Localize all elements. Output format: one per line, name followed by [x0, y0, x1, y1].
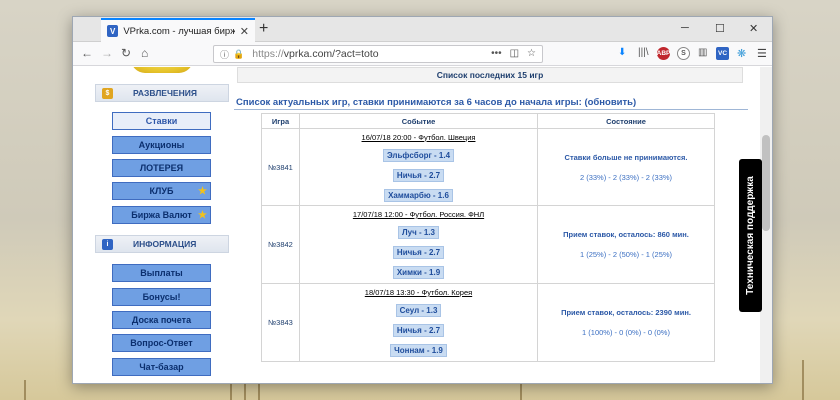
bet-option[interactable]: Эльфсборг - 1.4 [382, 148, 455, 162]
forward-icon[interactable]: → [101, 46, 113, 60]
event-title: 16/07/18 20:00 - Футбол. Швеция [361, 132, 476, 142]
sidebar-item-faq[interactable]: Вопрос-Ответ [112, 334, 211, 352]
page-actions-icon[interactable]: ••• [491, 48, 502, 59]
table-row: №3842 17/07/18 12:00 - Футбол. Россия. Ф… [261, 205, 715, 284]
site-info-icon[interactable]: ⓘ [220, 48, 229, 61]
sidebar-item-payouts[interactable]: Выплаты [112, 264, 211, 282]
coins-icon: $ [102, 87, 113, 99]
sidebar-item-bonuses[interactable]: Бонусы! [112, 288, 211, 306]
browser-tab[interactable]: V VPrka.com - лучшая биржа о ✕ [101, 18, 255, 42]
sidebar-item-chat-bazaar[interactable]: Чат-базар [112, 358, 211, 376]
scrollbar-thumb[interactable] [762, 135, 770, 231]
section-title: ИНФОРМАЦИЯ [133, 239, 197, 249]
pocket-icon[interactable]: ◫ [510, 48, 519, 59]
s-ext-icon[interactable]: S [677, 47, 690, 60]
section-entertainment-header: $ РАЗВЛЕЧЕНИЯ [95, 84, 229, 102]
bet-option[interactable]: Чоннам - 1.9 [390, 344, 447, 357]
info-icon: i [102, 238, 113, 250]
downloads-icon[interactable]: ⬇ [618, 47, 626, 58]
sidebar-item-auctions[interactable]: Аукционы [112, 136, 211, 154]
back-icon[interactable]: ← [81, 46, 93, 60]
status-text: Прием ставок, осталось: 2390 мин. [561, 308, 691, 317]
header-game: Игра [261, 113, 300, 129]
close-window-icon[interactable]: ✕ [749, 22, 758, 35]
table-header-row: Игра Событие Состояние [261, 113, 715, 129]
title-bar: V VPrka.com - лучшая биржа о ✕ + ─ ☐ ✕ [73, 17, 772, 42]
sidebar-item-club[interactable]: КЛУБ ★ [112, 182, 211, 200]
url-bar[interactable]: ⓘ 🔒 https://vprka.com/?act=toto ••• ◫ ☆ [213, 45, 543, 63]
actual-games-title: Список актуальных игр, ставки принимаютс… [236, 97, 637, 108]
sidebar-item-currency-exchange[interactable]: Биржа Валют ★ [112, 206, 211, 224]
menu-icon[interactable]: ☰ [757, 47, 767, 60]
game-number: №3841 [261, 128, 300, 206]
star-icon: ★ [198, 210, 207, 221]
section-information-header: i ИНФОРМАЦИЯ [95, 235, 229, 253]
maximize-icon[interactable]: ☐ [715, 22, 725, 35]
url-text: vprka.com/?act=toto [283, 48, 379, 60]
support-tab[interactable]: Техническая поддержка [739, 159, 762, 312]
status-text: Ставки больше не принимаются. [564, 152, 688, 162]
header-status: Состояние [537, 113, 715, 129]
event-title: 18/07/18 13:30 - Футбол. Корея [364, 288, 473, 297]
url-prefix: https:// [252, 48, 284, 60]
sidebar: $ РАЗВЛЕЧЕНИЯ Ставки Аукционы ЛОТЕРЕЯ КЛ… [95, 67, 229, 383]
event-title: 17/07/18 12:00 - Футбол. Россия. ФНЛ [352, 210, 485, 219]
new-tab-icon[interactable]: + [259, 20, 268, 38]
minimize-icon[interactable]: ─ [681, 22, 689, 34]
bet-option[interactable]: Ничья - 2.7 [392, 324, 445, 337]
game-number: №3842 [261, 205, 300, 284]
library-icon[interactable]: |||\ [638, 47, 649, 58]
table-row: №3843 18/07/18 13:30 - Футбол. Корея Сеу… [261, 283, 715, 362]
close-tab-icon[interactable]: ✕ [240, 25, 249, 38]
table-row: №3841 16/07/18 20:00 - Футбол. Швеция Эл… [261, 128, 715, 206]
lock-icon: 🔒 [233, 48, 245, 59]
sidebar-item-stavki[interactable]: Ставки [112, 112, 211, 130]
page-content: $ РАЗВЛЕЧЕНИЯ Ставки Аукционы ЛОТЕРЕЯ КЛ… [73, 67, 772, 383]
bet-option[interactable]: Ничья - 2.7 [392, 246, 445, 259]
game-number: №3843 [261, 283, 300, 362]
bet-option[interactable]: Сеул - 1.3 [395, 304, 442, 317]
bet-option[interactable]: Химки - 1.9 [392, 266, 445, 279]
tab-title: VPrka.com - лучшая биржа о [123, 25, 235, 37]
vc-icon[interactable]: VC [716, 47, 729, 60]
bet-option[interactable]: Луч - 1.3 [398, 226, 439, 239]
gear-ext-icon[interactable]: ❋ [737, 47, 746, 60]
home-icon[interactable]: ⌂ [141, 46, 148, 60]
sidebar-item-lottery[interactable]: ЛОТЕРЕЯ [112, 159, 211, 177]
section-title: РАЗВЛЕЧЕНИЯ [133, 88, 197, 98]
bet-option[interactable]: Хаммарбю - 1.6 [384, 188, 453, 202]
bet-stats: 2 (33%) - 2 (33%) - 2 (33%) [579, 172, 673, 182]
navigation-bar: ← → ↻ ⌂ ⓘ 🔒 https://vprka.com/?act=toto … [73, 42, 772, 66]
games-table: Игра Событие Состояние №3841 16/07/18 20… [261, 113, 715, 362]
status-text: Прием ставок, осталось: 860 мин. [563, 230, 689, 239]
reload-icon[interactable]: ↻ [121, 46, 131, 60]
star-icon: ★ [198, 186, 207, 197]
divider [234, 109, 748, 110]
main-area: Список последних 15 игр Список актуальны… [234, 67, 748, 383]
header-event: Событие [299, 113, 538, 129]
adblock-icon[interactable]: ABP [657, 47, 670, 60]
last-games-link[interactable]: Список последних 15 игр [237, 67, 743, 83]
site-favicon-icon: V [107, 25, 119, 37]
bet-stats: 1 (100%) - 0 (0%) - 0 (0%) [582, 328, 670, 337]
browser-window: V VPrka.com - лучшая биржа о ✕ + ─ ☐ ✕ ←… [72, 16, 773, 384]
sidebar-item-honor-board[interactable]: Доска почета [112, 311, 211, 329]
refresh-link[interactable]: (обновить) [584, 97, 636, 108]
bet-option[interactable]: Ничья - 2.7 [392, 168, 445, 182]
site-logo [131, 67, 193, 73]
bet-stats: 1 (25%) - 2 (50%) - 1 (25%) [579, 250, 673, 259]
bookmark-star-icon[interactable]: ☆ [527, 48, 536, 59]
sidebar-icon[interactable]: ▥ [698, 47, 707, 58]
